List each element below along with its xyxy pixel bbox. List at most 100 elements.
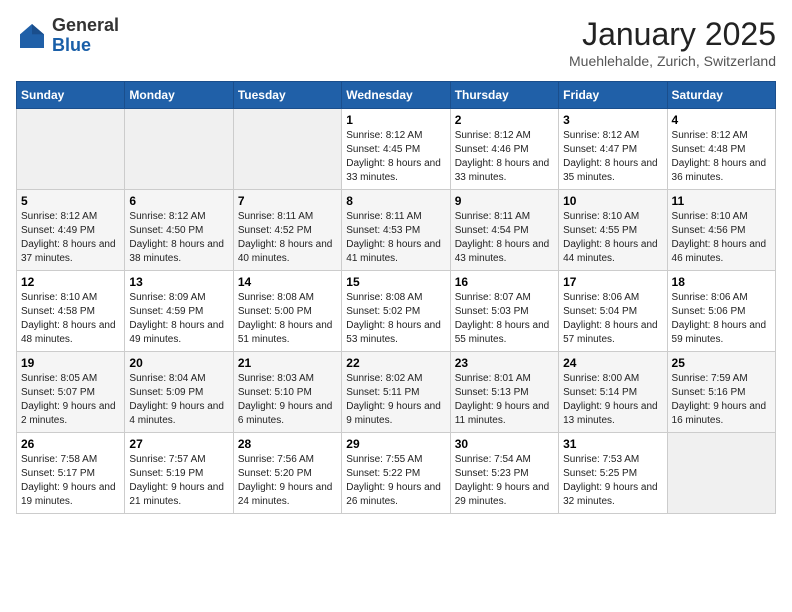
day-info: Sunrise: 8:12 AMSunset: 4:46 PMDaylight:…	[455, 129, 554, 185]
calendar-cell: 8 Sunrise: 8:11 AMSunset: 4:53 PMDayligh…	[342, 190, 450, 271]
page-header: General Blue January 2025 Muehlehalde, Z…	[16, 16, 776, 69]
calendar-cell: 23 Sunrise: 8:01 AMSunset: 5:13 PMDaylig…	[450, 352, 558, 433]
weekday-header: Thursday	[450, 82, 558, 109]
logo-blue: Blue	[52, 35, 91, 55]
calendar-cell	[667, 433, 775, 514]
calendar-week-row: 5 Sunrise: 8:12 AMSunset: 4:49 PMDayligh…	[17, 190, 776, 271]
day-info: Sunrise: 8:09 AMSunset: 4:59 PMDaylight:…	[129, 291, 228, 347]
day-number: 31	[563, 437, 662, 451]
calendar-cell: 7 Sunrise: 8:11 AMSunset: 4:52 PMDayligh…	[233, 190, 341, 271]
title-block: January 2025 Muehlehalde, Zurich, Switze…	[569, 16, 776, 69]
day-info: Sunrise: 8:06 AMSunset: 5:04 PMDaylight:…	[563, 291, 662, 347]
calendar-table: SundayMondayTuesdayWednesdayThursdayFrid…	[16, 81, 776, 514]
calendar-cell: 1 Sunrise: 8:12 AMSunset: 4:45 PMDayligh…	[342, 109, 450, 190]
day-info: Sunrise: 7:53 AMSunset: 5:25 PMDaylight:…	[563, 453, 662, 509]
day-info: Sunrise: 7:58 AMSunset: 5:17 PMDaylight:…	[21, 453, 120, 509]
calendar-cell: 22 Sunrise: 8:02 AMSunset: 5:11 PMDaylig…	[342, 352, 450, 433]
day-number: 18	[672, 275, 771, 289]
weekday-header: Wednesday	[342, 82, 450, 109]
day-info: Sunrise: 8:11 AMSunset: 4:53 PMDaylight:…	[346, 210, 445, 266]
day-info: Sunrise: 8:11 AMSunset: 4:54 PMDaylight:…	[455, 210, 554, 266]
day-number: 28	[238, 437, 337, 451]
day-info: Sunrise: 8:12 AMSunset: 4:49 PMDaylight:…	[21, 210, 120, 266]
day-info: Sunrise: 7:57 AMSunset: 5:19 PMDaylight:…	[129, 453, 228, 509]
day-number: 5	[21, 194, 120, 208]
day-info: Sunrise: 8:02 AMSunset: 5:11 PMDaylight:…	[346, 372, 445, 428]
day-number: 30	[455, 437, 554, 451]
day-info: Sunrise: 7:59 AMSunset: 5:16 PMDaylight:…	[672, 372, 771, 428]
calendar-cell: 18 Sunrise: 8:06 AMSunset: 5:06 PMDaylig…	[667, 271, 775, 352]
day-number: 21	[238, 356, 337, 370]
calendar-cell: 3 Sunrise: 8:12 AMSunset: 4:47 PMDayligh…	[559, 109, 667, 190]
day-info: Sunrise: 8:03 AMSunset: 5:10 PMDaylight:…	[238, 372, 337, 428]
day-number: 3	[563, 113, 662, 127]
day-number: 8	[346, 194, 445, 208]
calendar-cell: 14 Sunrise: 8:08 AMSunset: 5:00 PMDaylig…	[233, 271, 341, 352]
calendar-cell: 20 Sunrise: 8:04 AMSunset: 5:09 PMDaylig…	[125, 352, 233, 433]
day-number: 17	[563, 275, 662, 289]
calendar-cell	[233, 109, 341, 190]
day-number: 23	[455, 356, 554, 370]
day-number: 16	[455, 275, 554, 289]
day-number: 24	[563, 356, 662, 370]
calendar-cell: 6 Sunrise: 8:12 AMSunset: 4:50 PMDayligh…	[125, 190, 233, 271]
day-number: 29	[346, 437, 445, 451]
logo-text: General Blue	[52, 16, 119, 56]
day-info: Sunrise: 8:08 AMSunset: 5:02 PMDaylight:…	[346, 291, 445, 347]
day-number: 11	[672, 194, 771, 208]
day-info: Sunrise: 7:54 AMSunset: 5:23 PMDaylight:…	[455, 453, 554, 509]
day-info: Sunrise: 8:05 AMSunset: 5:07 PMDaylight:…	[21, 372, 120, 428]
day-info: Sunrise: 8:01 AMSunset: 5:13 PMDaylight:…	[455, 372, 554, 428]
day-number: 27	[129, 437, 228, 451]
day-info: Sunrise: 8:12 AMSunset: 4:45 PMDaylight:…	[346, 129, 445, 185]
day-info: Sunrise: 8:12 AMSunset: 4:50 PMDaylight:…	[129, 210, 228, 266]
calendar-cell: 17 Sunrise: 8:06 AMSunset: 5:04 PMDaylig…	[559, 271, 667, 352]
day-info: Sunrise: 8:04 AMSunset: 5:09 PMDaylight:…	[129, 372, 228, 428]
day-info: Sunrise: 8:00 AMSunset: 5:14 PMDaylight:…	[563, 372, 662, 428]
day-number: 1	[346, 113, 445, 127]
calendar-cell: 19 Sunrise: 8:05 AMSunset: 5:07 PMDaylig…	[17, 352, 125, 433]
day-info: Sunrise: 7:56 AMSunset: 5:20 PMDaylight:…	[238, 453, 337, 509]
weekday-header-row: SundayMondayTuesdayWednesdayThursdayFrid…	[17, 82, 776, 109]
calendar-week-row: 19 Sunrise: 8:05 AMSunset: 5:07 PMDaylig…	[17, 352, 776, 433]
weekday-header: Monday	[125, 82, 233, 109]
logo-general: General	[52, 15, 119, 35]
calendar-cell: 25 Sunrise: 7:59 AMSunset: 5:16 PMDaylig…	[667, 352, 775, 433]
calendar-cell: 16 Sunrise: 8:07 AMSunset: 5:03 PMDaylig…	[450, 271, 558, 352]
day-number: 7	[238, 194, 337, 208]
day-number: 15	[346, 275, 445, 289]
calendar-cell: 12 Sunrise: 8:10 AMSunset: 4:58 PMDaylig…	[17, 271, 125, 352]
day-number: 10	[563, 194, 662, 208]
calendar-cell: 26 Sunrise: 7:58 AMSunset: 5:17 PMDaylig…	[17, 433, 125, 514]
weekday-header: Sunday	[17, 82, 125, 109]
calendar-cell: 10 Sunrise: 8:10 AMSunset: 4:55 PMDaylig…	[559, 190, 667, 271]
weekday-header: Tuesday	[233, 82, 341, 109]
calendar-cell: 15 Sunrise: 8:08 AMSunset: 5:02 PMDaylig…	[342, 271, 450, 352]
month-title: January 2025	[569, 16, 776, 53]
calendar-cell: 31 Sunrise: 7:53 AMSunset: 5:25 PMDaylig…	[559, 433, 667, 514]
calendar-cell	[125, 109, 233, 190]
calendar-cell: 30 Sunrise: 7:54 AMSunset: 5:23 PMDaylig…	[450, 433, 558, 514]
day-number: 12	[21, 275, 120, 289]
day-info: Sunrise: 8:12 AMSunset: 4:47 PMDaylight:…	[563, 129, 662, 185]
calendar-cell: 21 Sunrise: 8:03 AMSunset: 5:10 PMDaylig…	[233, 352, 341, 433]
day-number: 20	[129, 356, 228, 370]
day-number: 14	[238, 275, 337, 289]
day-info: Sunrise: 8:10 AMSunset: 4:55 PMDaylight:…	[563, 210, 662, 266]
logo: General Blue	[16, 16, 119, 56]
calendar-cell: 4 Sunrise: 8:12 AMSunset: 4:48 PMDayligh…	[667, 109, 775, 190]
day-number: 6	[129, 194, 228, 208]
day-info: Sunrise: 8:06 AMSunset: 5:06 PMDaylight:…	[672, 291, 771, 347]
weekday-header: Friday	[559, 82, 667, 109]
calendar-cell: 13 Sunrise: 8:09 AMSunset: 4:59 PMDaylig…	[125, 271, 233, 352]
calendar-cell: 29 Sunrise: 7:55 AMSunset: 5:22 PMDaylig…	[342, 433, 450, 514]
day-info: Sunrise: 8:12 AMSunset: 4:48 PMDaylight:…	[672, 129, 771, 185]
day-number: 9	[455, 194, 554, 208]
day-info: Sunrise: 8:07 AMSunset: 5:03 PMDaylight:…	[455, 291, 554, 347]
calendar-cell: 9 Sunrise: 8:11 AMSunset: 4:54 PMDayligh…	[450, 190, 558, 271]
day-number: 19	[21, 356, 120, 370]
day-info: Sunrise: 8:10 AMSunset: 4:56 PMDaylight:…	[672, 210, 771, 266]
calendar-cell: 27 Sunrise: 7:57 AMSunset: 5:19 PMDaylig…	[125, 433, 233, 514]
calendar-cell: 5 Sunrise: 8:12 AMSunset: 4:49 PMDayligh…	[17, 190, 125, 271]
location: Muehlehalde, Zurich, Switzerland	[569, 53, 776, 69]
